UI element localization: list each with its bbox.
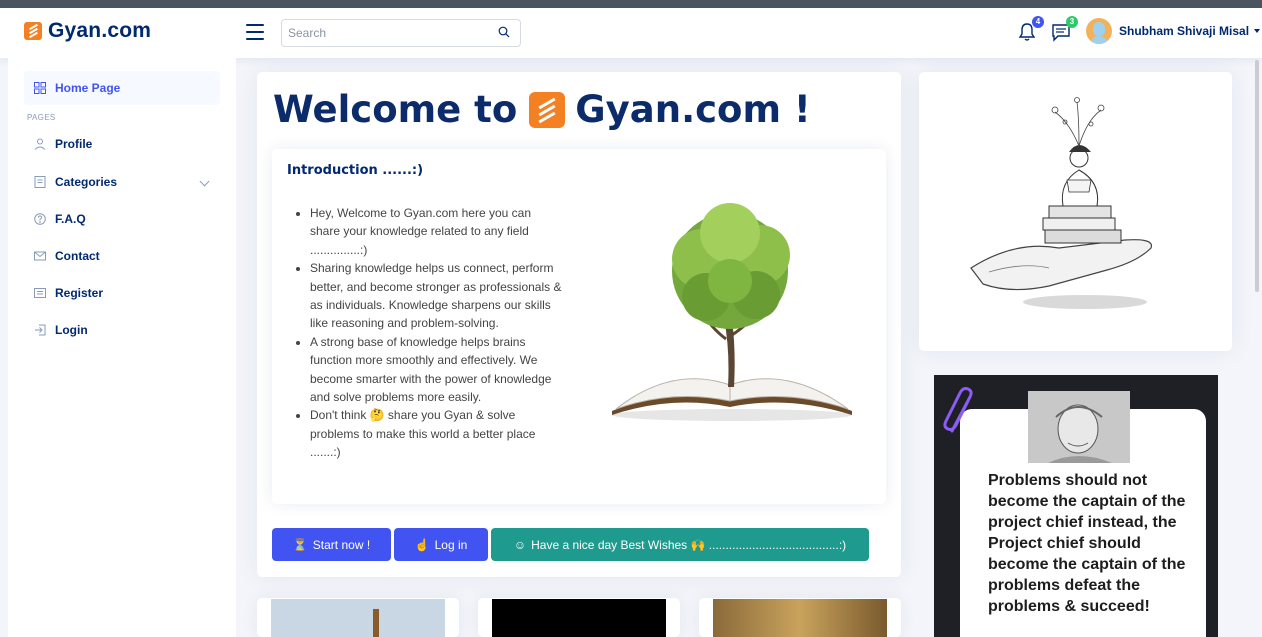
messages-chat-icon[interactable]: 3 xyxy=(1050,16,1078,43)
post-thumbnail-image xyxy=(271,599,445,637)
brand-logo[interactable]: Gyan.com xyxy=(24,19,151,43)
notifications-bell-icon[interactable]: 4 xyxy=(1016,16,1044,43)
brand-name: Gyan.com xyxy=(48,19,152,42)
messages-badge: 3 xyxy=(1066,16,1078,28)
sidebar-item-login[interactable]: Login xyxy=(24,313,220,347)
stack-logo-icon xyxy=(529,91,566,128)
sidebar-item-register[interactable]: Register xyxy=(24,276,220,310)
post-thumbnail-card[interactable] xyxy=(257,598,459,637)
quote-card: Problems should not become the captain o… xyxy=(934,375,1218,637)
card-icon xyxy=(34,287,46,299)
sidebar-item-faq[interactable]: F.A.Q xyxy=(24,202,220,236)
list-item: Sharing knowledge helps us connect, perf… xyxy=(310,259,564,333)
sidebar-item-profile[interactable]: Profile xyxy=(24,127,220,161)
paperclip-icon xyxy=(943,387,973,433)
sidebar: Home Page PAGES Profile Categories F.A.Q xyxy=(8,58,236,637)
hand-books-illustration xyxy=(970,97,1153,309)
hourglass-icon: ⏳ xyxy=(292,537,308,552)
list-item: A strong base of knowledge helps brains … xyxy=(310,333,564,407)
search-icon[interactable] xyxy=(498,26,510,38)
hand-pointer-icon: ☝ xyxy=(414,537,430,552)
person-icon xyxy=(34,138,46,150)
menu-toggle-icon[interactable] xyxy=(246,24,264,40)
intro-title: Introduction ......:) xyxy=(287,163,424,178)
sidebar-item-label: F.A.Q xyxy=(55,212,86,226)
top-header: Gyan.com 4 3 Shubham Shivaji Misal xyxy=(0,8,1262,58)
start-now-button[interactable]: ⏳ Start now ! xyxy=(272,528,391,561)
login-button[interactable]: ☝ Log in xyxy=(394,528,488,561)
card-list-icon xyxy=(34,176,46,188)
caret-down-icon xyxy=(1254,29,1261,33)
stack-logo-icon xyxy=(24,22,42,40)
start-now-label: Start now ! xyxy=(312,537,371,552)
best-wishes-label: Have a nice day Best Wishes 🙌 ..........… xyxy=(531,537,847,552)
welcome-prefix: Welcome to xyxy=(273,88,518,131)
list-item: Hey, Welcome to Gyan.com here you can sh… xyxy=(310,204,564,259)
page-title: Welcome to Gyan.com ! xyxy=(273,88,811,131)
post-thumbnail-image xyxy=(492,599,666,637)
question-circle-icon xyxy=(34,213,46,225)
post-thumbnail-card[interactable] xyxy=(699,598,901,637)
sidebar-section-heading: PAGES xyxy=(27,113,56,122)
notifications-badge: 4 xyxy=(1032,16,1044,28)
user-profile-dropdown[interactable]: Shubham Shivaji Misal xyxy=(1086,18,1261,44)
sidebar-item-home-page[interactable]: Home Page xyxy=(24,71,220,105)
tree-on-book-illustration xyxy=(612,203,852,421)
portrait-sketch xyxy=(1028,391,1130,463)
page-scrollbar[interactable] xyxy=(1255,60,1259,292)
sidebar-item-label: Profile xyxy=(55,137,93,151)
quote-text: Problems should not become the captain o… xyxy=(988,472,1186,615)
post-thumbnail-card[interactable] xyxy=(478,598,680,637)
intro-list: Hey, Welcome to Gyan.com here you can sh… xyxy=(310,204,564,462)
sidebar-item-label: Login xyxy=(55,323,88,337)
sidebar-item-contact[interactable]: Contact xyxy=(24,239,220,273)
search-bar xyxy=(281,19,521,47)
window-top-border xyxy=(0,0,1262,8)
grid-icon xyxy=(34,82,46,94)
avatar xyxy=(1086,18,1112,44)
chevron-down-icon[interactable] xyxy=(199,176,210,187)
search-input[interactable] xyxy=(282,20,492,46)
sidebar-item-label: Home Page xyxy=(55,81,121,95)
envelope-icon xyxy=(34,250,46,262)
box-arrow-in-icon xyxy=(34,324,46,336)
sidebar-item-label: Categories xyxy=(55,175,118,189)
login-label: Log in xyxy=(434,537,468,552)
list-item: Don't think 🤔 share you Gyan & solve pro… xyxy=(310,406,564,461)
sidebar-item-label: Contact xyxy=(55,249,100,263)
reading-illustration-card xyxy=(919,72,1232,351)
best-wishes-button[interactable]: ☺ Have a nice day Best Wishes 🙌 ........… xyxy=(491,528,869,561)
smile-icon: ☺ xyxy=(513,537,527,552)
post-thumbnail-image xyxy=(713,599,887,637)
sidebar-item-categories[interactable]: Categories xyxy=(24,165,220,199)
welcome-suffix: Gyan.com ! xyxy=(575,88,811,131)
sidebar-item-label: Register xyxy=(55,286,104,300)
quote-paper: Problems should not become the captain o… xyxy=(960,391,1206,637)
introduction-card: Introduction ......:) Hey, Welcome to Gy… xyxy=(272,149,886,504)
user-name: Shubham Shivaji Misal xyxy=(1119,24,1250,38)
